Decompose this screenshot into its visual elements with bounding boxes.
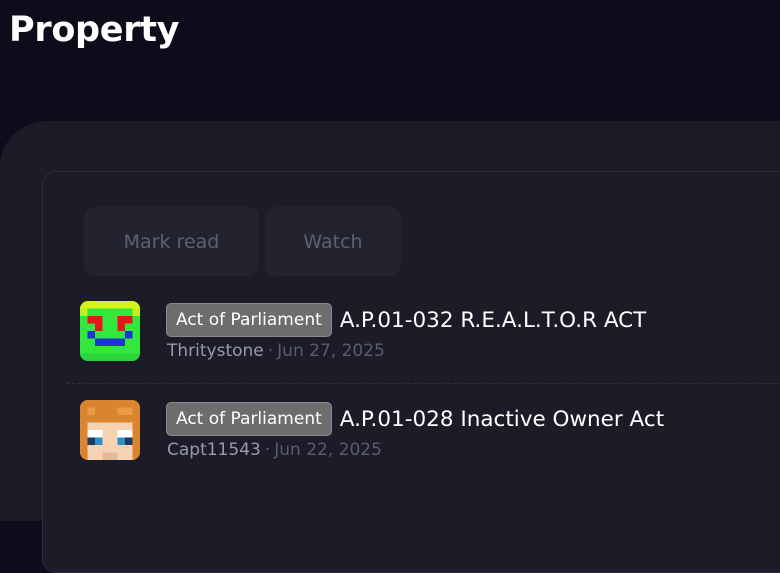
thread-list-block: Mark read Watch Act of Parliament A.P.01… (42, 171, 780, 573)
content-panel: Mark read Watch Act of Parliament A.P.01… (0, 121, 780, 573)
minecraft-skin-green-face-icon (80, 301, 140, 361)
prefix-badge[interactable]: Act of Parliament (166, 402, 332, 436)
minecraft-skin-orange-hair-icon (80, 400, 140, 460)
page-title: Property (9, 10, 180, 50)
meta-separator: · (264, 440, 271, 460)
thread-item[interactable]: Act of Parliament A.P.01-028 Inactive Ow… (43, 391, 780, 481)
thread-title-line: Act of Parliament A.P.01-028 Inactive Ow… (166, 402, 664, 436)
mark-read-button[interactable]: Mark read (84, 207, 259, 276)
prefix-badge[interactable]: Act of Parliament (166, 303, 332, 337)
author-link[interactable]: Thritystone (167, 341, 264, 361)
thread-meta: Thritystone · Jun 27, 2025 (167, 341, 385, 361)
thread-title-link[interactable]: A.P.01-028 Inactive Owner Act (340, 407, 664, 432)
thread-meta: Capt11543 · Jun 22, 2025 (167, 440, 382, 460)
thread-date[interactable]: Jun 27, 2025 (277, 341, 385, 361)
avatar[interactable] (80, 301, 140, 361)
thread-divider (67, 383, 780, 384)
thread-item[interactable]: Act of Parliament A.P.01-032 R.E.A.L.T.O… (43, 292, 780, 382)
thread-title-line: Act of Parliament A.P.01-032 R.E.A.L.T.O… (166, 303, 646, 337)
thread-date[interactable]: Jun 22, 2025 (274, 440, 382, 460)
author-link[interactable]: Capt11543 (167, 440, 261, 460)
avatar[interactable] (80, 400, 140, 460)
watch-button[interactable]: Watch (265, 207, 401, 276)
thread-title-link[interactable]: A.P.01-032 R.E.A.L.T.O.R ACT (340, 308, 647, 333)
meta-separator: · (267, 341, 274, 361)
